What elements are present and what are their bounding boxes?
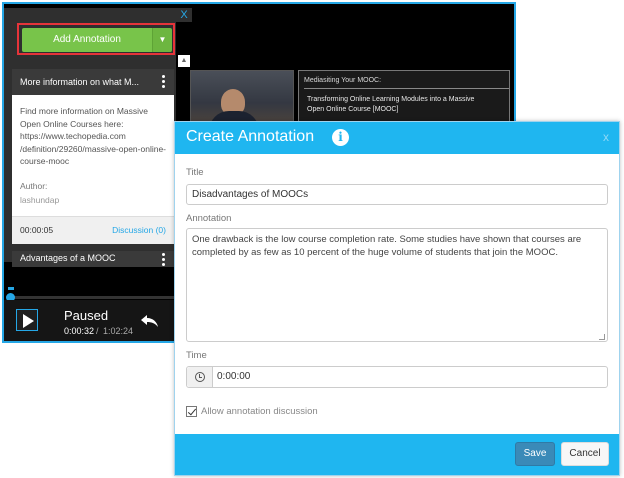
annotation-panel: Add Annotation ▼ More information on wha… bbox=[4, 8, 176, 267]
close-icon[interactable]: X bbox=[176, 8, 192, 22]
dialog-footer: Save Cancel bbox=[175, 434, 619, 475]
total-time: 1:02:24 bbox=[103, 326, 134, 336]
dialog-header: Create Annotation i x bbox=[175, 122, 619, 154]
title-label: Title bbox=[186, 167, 204, 178]
annotation-card[interactable]: Advantages of a MOOC bbox=[12, 251, 174, 267]
info-icon[interactable]: i bbox=[332, 129, 349, 146]
time-label: Time bbox=[186, 350, 207, 361]
time-input[interactable]: 0:00:00 bbox=[217, 367, 597, 387]
annotation-card-title: More information on what M... bbox=[20, 77, 140, 87]
annotation-timestamp[interactable]: 00:00:05 bbox=[20, 225, 53, 235]
add-annotation-button[interactable]: Add Annotation bbox=[22, 28, 152, 52]
slide-title: Mediasiting Your MOOC: bbox=[304, 77, 509, 89]
annotation-textarea[interactable]: One drawback is the low course completio… bbox=[186, 228, 608, 342]
allow-discussion-checkbox[interactable] bbox=[186, 406, 197, 417]
annotation-marker[interactable] bbox=[8, 287, 14, 290]
allow-discussion-label[interactable]: Allow annotation discussion bbox=[201, 406, 318, 417]
playback-state: Paused bbox=[64, 308, 109, 323]
time-separator: / bbox=[96, 326, 99, 336]
cancel-button[interactable]: Cancel bbox=[561, 442, 609, 466]
annotation-card-title: Advantages of a MOOC bbox=[20, 253, 116, 263]
play-icon[interactable] bbox=[16, 309, 38, 331]
chevron-down-icon[interactable]: ▼ bbox=[152, 28, 172, 52]
time-field[interactable]: 0:00:00 bbox=[186, 366, 608, 388]
create-annotation-dialog: Create Annotation i x Title Disadvantage… bbox=[174, 121, 620, 476]
clock-icon bbox=[195, 372, 205, 382]
add-annotation-highlight: Add Annotation ▼ bbox=[17, 23, 175, 55]
screen: Mediasiting Your MOOC: Transforming Onli… bbox=[0, 0, 624, 478]
annotation-card-footer: 00:00:05 Discussion (0) bbox=[12, 216, 174, 244]
title-input[interactable]: Disadvantages of MOOCs bbox=[186, 184, 608, 205]
dialog-title: Create Annotation bbox=[186, 128, 315, 145]
annotation-card-header: More information on what M... bbox=[12, 69, 174, 95]
annotation-author-label: Author: bbox=[20, 180, 48, 191]
annotation-card[interactable]: More information on what M... Find more … bbox=[12, 69, 174, 244]
annotation-card-text: Find more information on Massive Open On… bbox=[20, 106, 167, 166]
annotation-card-body: Find more information on Massive Open On… bbox=[12, 95, 174, 207]
slide-body: Transforming Online Learning Modules int… bbox=[307, 96, 475, 113]
annotation-author: lashundap bbox=[20, 195, 60, 205]
scroll-up-arrow[interactable]: ▲ bbox=[178, 55, 190, 67]
resize-handle[interactable] bbox=[599, 334, 605, 340]
rewind-icon[interactable] bbox=[140, 314, 160, 328]
time-addon bbox=[187, 367, 213, 387]
save-button[interactable]: Save bbox=[515, 442, 555, 466]
more-vertical-icon[interactable] bbox=[162, 75, 166, 89]
current-time: 0:00:32 bbox=[64, 326, 95, 336]
close-icon[interactable]: x bbox=[603, 130, 609, 144]
annotation-label: Annotation bbox=[186, 213, 232, 224]
discussion-link[interactable]: Discussion (0) bbox=[112, 225, 166, 235]
more-vertical-icon[interactable] bbox=[162, 253, 166, 267]
